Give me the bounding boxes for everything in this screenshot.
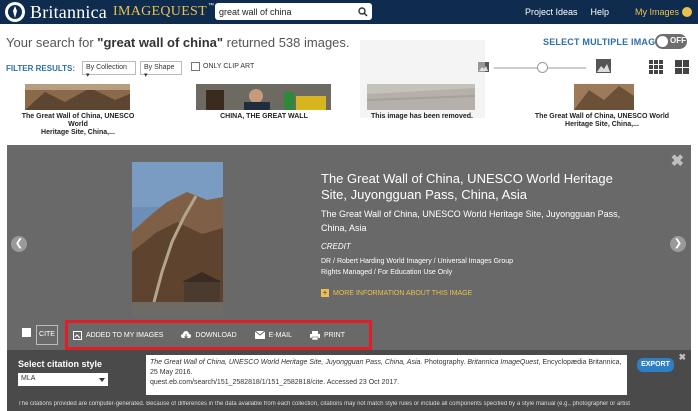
filter-results-label: FILTER RESULTS: bbox=[6, 64, 76, 73]
faded-background-image bbox=[360, 40, 485, 118]
thumbnail-caption-1-line1: The Great Wall of China, UNESCO World bbox=[21, 113, 135, 128]
summary-query: "great wall of china" bbox=[97, 35, 224, 50]
clip-art-checkbox[interactable] bbox=[191, 62, 200, 71]
citation-title: The Great Wall of China, UNESCO World He… bbox=[150, 359, 423, 366]
previous-image-arrow-icon[interactable]: ❮ bbox=[11, 236, 27, 252]
my-images-label: My Images bbox=[634, 6, 679, 17]
citation-source: Britannica ImageQuest bbox=[467, 359, 539, 366]
help-link[interactable]: Help bbox=[590, 7, 609, 17]
thistle-seal-icon bbox=[5, 2, 25, 22]
citation-text[interactable]: The Great Wall of China, UNESCO World He… bbox=[146, 355, 627, 395]
email-label: E-MAIL bbox=[268, 331, 292, 339]
summary-suffix: returned 538 images. bbox=[223, 35, 350, 50]
thumbnail-caption-1[interactable]: The Great Wall of China, UNESCO World Her… bbox=[16, 113, 140, 137]
britannica-logo[interactable]: Britannica IMAGEQUEST ™ bbox=[4, 1, 214, 23]
plus-icon: + bbox=[321, 288, 329, 297]
cloud-download-icon bbox=[181, 330, 192, 339]
collection-dropdown-label: By Collection bbox=[86, 64, 127, 71]
cite-checkbox-group[interactable] bbox=[22, 328, 34, 337]
more-information-label: MORE INFORMATION ABOUT THIS IMAGE bbox=[333, 289, 473, 297]
result-thumbnail-2[interactable] bbox=[196, 84, 331, 110]
brand-name: Britannica bbox=[30, 1, 107, 22]
download-button[interactable]: DOWNLOAD bbox=[181, 330, 237, 340]
thumbnail-caption-3-line1: This image has been removed. bbox=[371, 113, 473, 120]
print-label: PRINT bbox=[324, 331, 345, 339]
citation-medium: Photography. bbox=[422, 359, 468, 366]
result-thumbnail-1[interactable] bbox=[25, 84, 130, 110]
grid-view-icon[interactable] bbox=[649, 60, 663, 74]
thumbnail-caption-2-line1: CHINA, THE GREAT WALL bbox=[220, 113, 308, 120]
summary-prefix: Your search for bbox=[6, 35, 98, 50]
citation-close-icon[interactable]: ✖ bbox=[678, 352, 686, 363]
close-icon[interactable]: ✖ bbox=[671, 151, 684, 171]
cite-button[interactable]: CITE bbox=[36, 325, 58, 345]
shape-dropdown-label: By Shape bbox=[144, 64, 175, 71]
top-bar: Britannica IMAGEQUEST ™ Project Ideas He… bbox=[0, 0, 698, 24]
project-ideas-link[interactable]: Project Ideas bbox=[525, 7, 578, 17]
product-name: IMAGEQUEST bbox=[112, 4, 207, 19]
image-added-icon bbox=[73, 330, 82, 340]
my-images-indicator-icon bbox=[682, 7, 692, 18]
thumbnail-caption-1-line2: Heritage Site, China,... bbox=[41, 129, 115, 136]
image-size-slider-handle[interactable] bbox=[537, 62, 548, 73]
thumbnail-caption-3[interactable]: This image has been removed. bbox=[363, 113, 481, 121]
chevron-down-icon bbox=[99, 378, 105, 382]
large-grid-view-icon[interactable] bbox=[675, 60, 689, 74]
results-summary: Your search for "great wall of china" re… bbox=[6, 35, 350, 50]
more-information-link[interactable]: + MORE INFORMATION ABOUT THIS IMAGE bbox=[321, 289, 472, 297]
large-image-size-icon[interactable] bbox=[596, 59, 611, 73]
trademark: ™ bbox=[207, 3, 214, 9]
select-multiple-label: SELECT MULTIPLE IMAGES bbox=[543, 37, 668, 47]
citation-disclaimer: The citations provided are computer-gene… bbox=[18, 401, 630, 407]
credit-line-2: Rights Managed / For Education Use Only bbox=[321, 269, 453, 276]
image-subtitle: The Great Wall of China, UNESCO World He… bbox=[321, 209, 621, 233]
download-label: DOWNLOAD bbox=[195, 331, 237, 339]
citation-style-value: MLA bbox=[21, 375, 36, 382]
my-images-link[interactable]: My Images bbox=[622, 7, 692, 18]
citation-style-select[interactable]: MLA bbox=[18, 373, 108, 386]
credit-line-1: DR / Robert Harding World Imagery / Univ… bbox=[321, 258, 514, 265]
collection-dropdown[interactable]: By Collection ▾ bbox=[82, 61, 136, 79]
thumbnail-caption-4-line2: Heritage Site, China,... bbox=[565, 121, 639, 128]
email-button[interactable]: E-MAIL bbox=[254, 331, 292, 339]
top-links: Project Ideas Help My Images bbox=[512, 0, 692, 24]
clip-art-filter[interactable]: ONLY CLIP ART bbox=[191, 62, 254, 71]
clip-art-label: ONLY CLIP ART bbox=[203, 63, 255, 70]
shape-dropdown[interactable]: By Shape ▾ bbox=[140, 61, 182, 79]
export-button[interactable]: EXPORT bbox=[637, 358, 674, 372]
toggle-state: OFF bbox=[670, 36, 686, 45]
citation-url: quest.eb.com/search/151_2582818/1/151_25… bbox=[150, 379, 400, 386]
print-button[interactable]: PRINT bbox=[310, 330, 345, 340]
citation-style-label: Select citation style bbox=[18, 359, 103, 369]
printer-icon bbox=[310, 330, 320, 340]
selected-image-photo bbox=[132, 162, 223, 315]
toggle-knob bbox=[657, 36, 668, 47]
next-image-arrow-icon[interactable]: ❯ bbox=[670, 236, 686, 252]
cite-checkbox[interactable] bbox=[22, 328, 31, 337]
thumbnail-caption-4-line1: The Great Wall of China, UNESCO World bbox=[534, 113, 670, 120]
select-multiple-toggle[interactable]: OFF bbox=[655, 34, 687, 49]
added-to-my-images-label: ADDED TO MY IMAGES bbox=[86, 331, 164, 339]
credit-text: DR / Robert Harding World Imagery / Univ… bbox=[321, 256, 513, 278]
added-to-my-images-button[interactable]: ADDED TO MY IMAGES bbox=[73, 330, 164, 340]
thumbnail-caption-4[interactable]: The Great Wall of China, UNESCO World Her… bbox=[530, 113, 674, 129]
search-icon[interactable] bbox=[358, 6, 368, 17]
result-thumbnail-4[interactable] bbox=[574, 84, 634, 110]
image-actions-highlight: ADDED TO MY IMAGES DOWNLOAD E-MAIL PRINT bbox=[65, 320, 372, 350]
search-box bbox=[215, 3, 372, 20]
image-title: The Great Wall of China, UNESCO World He… bbox=[321, 171, 613, 202]
credit-label: CREDIT bbox=[321, 242, 351, 251]
envelope-icon bbox=[254, 331, 265, 339]
thumbnail-caption-2[interactable]: CHINA, THE GREAT WALL bbox=[200, 113, 328, 121]
search-input[interactable] bbox=[219, 6, 358, 17]
